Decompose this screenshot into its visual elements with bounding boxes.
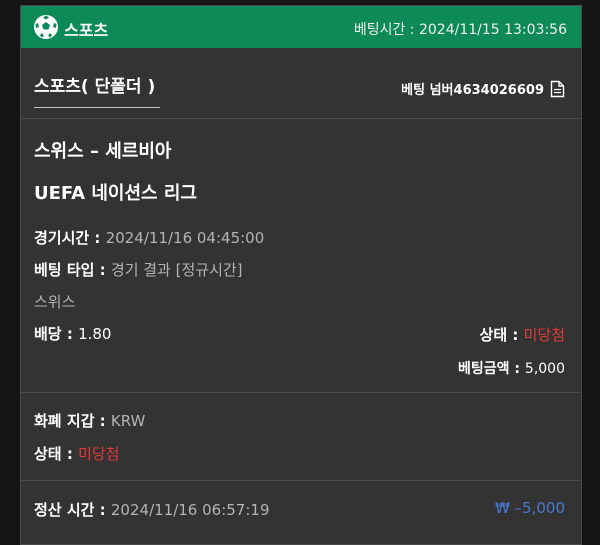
match-teams: 스위스 – 세르비아 xyxy=(34,141,172,162)
bet-time: 베팅시간 : 2024/11/15 13:03:56 xyxy=(353,22,567,38)
detail-status: 상태 : 미당첨 xyxy=(479,326,565,344)
game-time-row: 경기시간 : 2024/11/16 04:45:00 xyxy=(34,229,265,247)
summary-status-value: 미당첨 xyxy=(78,445,120,463)
bet-number-label: 베팅 넘버 xyxy=(401,83,454,98)
sport-label: 스포츠 xyxy=(64,21,109,40)
bet-amount-value: 5,000 xyxy=(524,361,565,377)
settlement-time: 2024/11/16 06:57:19 xyxy=(110,501,270,519)
divider xyxy=(21,392,581,393)
copy-document-icon[interactable] xyxy=(550,80,565,98)
bet-type-row: 베팅 타입 : 경기 결과 [정규시간] xyxy=(34,261,243,279)
bet-type-value: 경기 결과 [정규시간] xyxy=(110,261,243,279)
card-header: 스포츠 베팅시간 : 2024/11/15 13:03:56 xyxy=(21,6,581,48)
settlement-label: 정산 시간 xyxy=(34,501,95,519)
detail-status-value: 미당첨 xyxy=(523,326,565,344)
soccer-ball-icon xyxy=(34,15,58,39)
bet-number: 베팅 넘버4634026609 xyxy=(401,79,565,98)
settlement-row: 정산 시간 : 2024/11/16 06:57:19 xyxy=(34,501,270,519)
bet-amount-label: 베팅금액 xyxy=(458,361,510,377)
league-name: UEFA 네이션스 리그 xyxy=(34,183,197,204)
game-time-label: 경기시간 xyxy=(34,229,90,247)
bet-number-value: 4634026609 xyxy=(453,83,544,98)
summary-status-label: 상태 xyxy=(34,445,62,463)
bet-type-label: 베팅 타입 xyxy=(34,261,95,279)
selection: 스위스 xyxy=(34,293,76,311)
detail-status-label: 상태 xyxy=(479,326,508,344)
bet-card: 스포츠 베팅시간 : 2024/11/15 13:03:56 스포츠( 단폴더 … xyxy=(20,5,582,545)
bet-title: 스포츠( 단폴더 ) xyxy=(34,72,161,108)
currency-value: KRW xyxy=(110,412,146,430)
odds-row: 배당 : 1.80 xyxy=(34,325,112,343)
divider xyxy=(21,118,581,119)
bet-amount: 베팅금액 : 5,000 xyxy=(458,361,565,377)
currency-label: 화폐 지갑 xyxy=(34,412,95,430)
settlement-amount: ₩ –5,000 xyxy=(494,499,565,517)
currency-row: 화폐 지갑 : KRW xyxy=(34,412,146,430)
bet-time-value: 2024/11/15 13:03:56 xyxy=(418,22,567,38)
summary-status-row: 상태 : 미당첨 xyxy=(34,445,120,463)
bet-time-label: 베팅시간 xyxy=(353,22,406,38)
odds-label: 배당 xyxy=(34,325,62,343)
divider xyxy=(21,480,581,481)
game-time-value: 2024/11/16 04:45:00 xyxy=(105,229,265,247)
odds-value: 1.80 xyxy=(78,325,112,343)
